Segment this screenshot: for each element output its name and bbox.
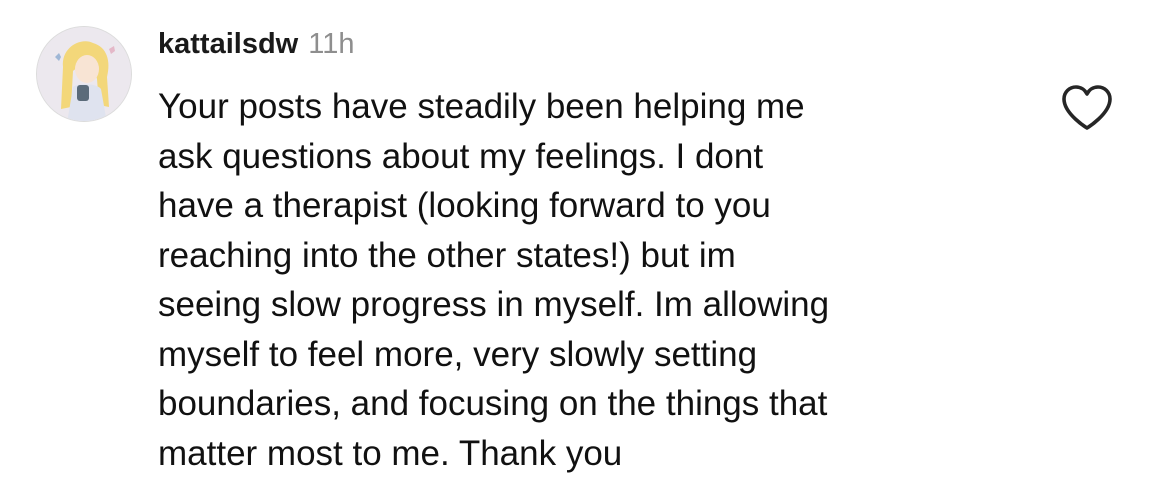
comment-body: Your posts have steadily been helping me… [158, 87, 830, 473]
heart-outline-icon [1062, 85, 1112, 130]
username-link[interactable]: kattailsdw [158, 28, 298, 61]
comment-header: kattailsdw 11h [158, 28, 354, 68]
comment-item: kattailsdw 11h Your posts have steadily … [0, 0, 1170, 485]
avatar-illustration-icon [37, 27, 131, 121]
like-button[interactable] [1060, 84, 1114, 132]
user-avatar[interactable] [36, 26, 132, 122]
comment-timestamp: 11h [308, 28, 355, 60]
